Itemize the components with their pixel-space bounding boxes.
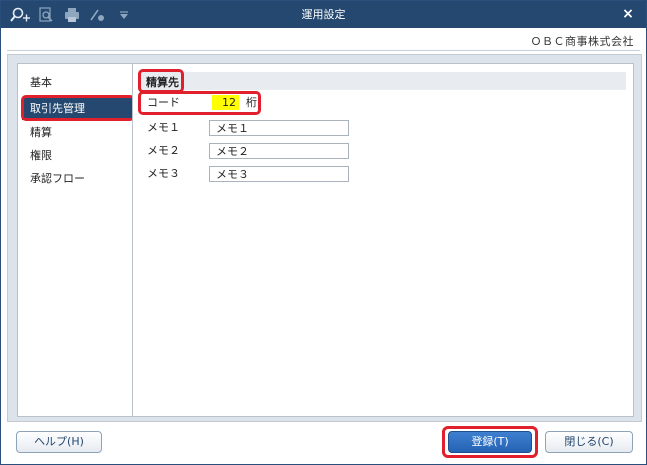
- memo1-input[interactable]: [209, 120, 349, 136]
- close-button[interactable]: 閉じる(C): [545, 431, 633, 453]
- company-name: ＯＢＣ商事株式会社: [530, 35, 634, 48]
- memo2-label: メモ２: [147, 144, 180, 157]
- title-bar: 運用設定 ×: [1, 1, 646, 28]
- settings-sidebar: 基本 取引先管理 精算 権限 承認フロー: [17, 63, 135, 417]
- highlight-frame-code: [138, 91, 261, 115]
- sidebar-item-permissions[interactable]: 権限: [22, 145, 132, 167]
- help-button[interactable]: ヘルプ(H): [16, 431, 102, 453]
- sidebar-item-partner-management[interactable]: 取引先管理: [22, 98, 132, 120]
- memo3-input[interactable]: [209, 166, 349, 182]
- memo3-label: メモ３: [147, 167, 180, 180]
- highlight-frame-section: [138, 69, 184, 93]
- memo1-label: メモ１: [147, 121, 180, 134]
- sidebar-item-settlement[interactable]: 精算: [22, 122, 132, 144]
- settings-panel: 精算先 コード 12 桁 メモ１ メモ２ メモ３: [132, 63, 634, 417]
- sidebar-item-basic[interactable]: 基本: [22, 72, 132, 94]
- register-button[interactable]: 登録(T): [448, 431, 532, 453]
- settings-window: 運用設定 × ＯＢＣ商事株式会社 基本 取引先管理 精算 権限 承認フロー 精算…: [0, 0, 647, 465]
- window-title: 運用設定: [301, 8, 346, 21]
- content-area: 基本 取引先管理 精算 権限 承認フロー 精算先 コード 12 桁 メモ１ メモ…: [7, 54, 642, 422]
- sidebar-item-approval-flow[interactable]: 承認フロー: [22, 168, 132, 190]
- memo2-input[interactable]: [209, 143, 349, 159]
- close-icon[interactable]: ×: [620, 6, 636, 22]
- section-header: 精算先: [138, 72, 626, 90]
- header-divider: [7, 50, 640, 51]
